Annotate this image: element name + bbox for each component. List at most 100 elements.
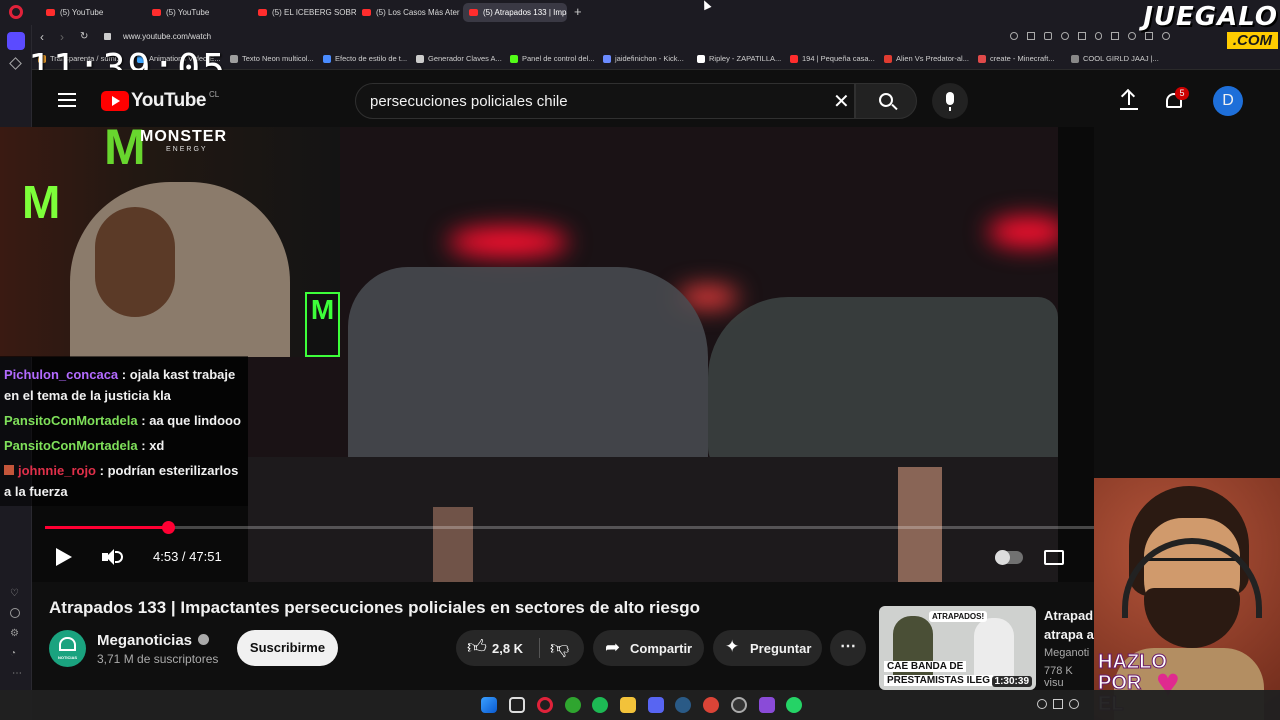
juegalo-logo: JUEGALO .COM: [1118, 2, 1278, 49]
share-button[interactable]: ➦ Compartir: [593, 630, 704, 666]
discord-icon[interactable]: [648, 697, 664, 713]
bookmark-item[interactable]: 194 | Pequeña casa...: [790, 54, 875, 63]
thumbs-up-icon: 👍︎: [467, 637, 487, 658]
bookmark-item[interactable]: Panel de control del...: [510, 54, 595, 63]
file-explorer-icon[interactable]: [620, 697, 636, 713]
volume-icon[interactable]: [102, 548, 124, 566]
monster-claw-icon: M: [22, 176, 61, 228]
thumb-tag: ATRAPADOS!: [929, 611, 988, 622]
streamer-face: [95, 207, 175, 317]
pin-icon[interactable]: [9, 57, 22, 70]
thumb-caption-line2: PRESTAMISTAS ILEG: [884, 675, 993, 686]
tab-label: (5) EL ICEBERG SOBRE CHI: [272, 8, 356, 17]
obs-icon[interactable]: [731, 697, 747, 713]
more-actions-button[interactable]: ⋯: [830, 630, 866, 666]
tab-label: (5) YouTube: [166, 8, 210, 17]
recommended-title-line2: atrapa a: [1044, 627, 1094, 642]
forward-icon[interactable]: ›: [60, 30, 64, 44]
upload-icon[interactable]: [1120, 88, 1138, 110]
browser-tab[interactable]: (5) YouTube: [40, 3, 144, 22]
steam-icon[interactable]: [675, 697, 691, 713]
tab-label: (5) Atrapados 133 | Impa: [483, 8, 567, 17]
subtitles-icon[interactable]: [1044, 550, 1064, 565]
channel-name[interactable]: Meganoticias: [97, 632, 210, 649]
clear-search-icon[interactable]: ✕: [833, 89, 850, 114]
chat-message: PansitoConMortadela : aa que lindooo: [4, 410, 244, 431]
app-icon[interactable]: [759, 697, 775, 713]
url-field[interactable]: www.youtube.com/watch: [123, 32, 211, 41]
juegalo-logo-top: JUEGALO: [1143, 2, 1278, 32]
chat-text: : aa que lindooo: [141, 413, 241, 428]
bookmark-item[interactable]: Texto Neon multicol...: [230, 54, 314, 63]
search-input[interactable]: persecuciones policiales chile ✕: [355, 83, 855, 119]
ask-label: Preguntar: [750, 641, 812, 656]
hamburger-menu-icon[interactable]: [58, 93, 76, 107]
bookmark-item[interactable]: Efecto de estilo de t...: [323, 54, 407, 63]
whatsapp-icon[interactable]: [786, 697, 802, 713]
bulb-icon[interactable]: ◔: [10, 648, 16, 659]
search-query: persecuciones policiales chile: [370, 93, 568, 110]
browser-tab[interactable]: (5) Los Casos Más Aterrad: [356, 3, 460, 22]
play-button[interactable]: [56, 548, 72, 566]
settings-icon[interactable]: ⚙: [10, 628, 19, 639]
recommended-video[interactable]: ATRAPADOS! CAE BANDA DE PRESTAMISTAS ILE…: [879, 606, 1094, 690]
spotify-icon[interactable]: [592, 697, 608, 713]
browser-tab[interactable]: (5) EL ICEBERG SOBRE CHI: [252, 3, 356, 22]
chat-message: Pichulon_concaca : ojala kast trabaje en…: [4, 364, 244, 406]
like-button[interactable]: 👍︎ 2,8 K: [456, 630, 540, 666]
video-title: Atrapados 133 | Impactantes persecucione…: [49, 598, 701, 617]
monster-logo-text: MONSTER: [140, 128, 227, 145]
police-car-shape: [348, 267, 708, 477]
browser-tab[interactable]: (5) YouTube: [146, 3, 250, 22]
home-icon[interactable]: [7, 32, 25, 50]
windows-start-icon[interactable]: [481, 697, 497, 713]
dislike-button[interactable]: 👎︎: [542, 630, 582, 666]
tray-icons[interactable]: [1037, 699, 1093, 711]
youtube-favicon-icon: [46, 9, 55, 16]
new-tab-icon[interactable]: +: [574, 4, 582, 19]
bookmark-item[interactable]: create - Minecraft...: [978, 54, 1055, 63]
browser-tab-active[interactable]: (5) Atrapados 133 | Impa: [463, 3, 567, 22]
reload-icon[interactable]: ↻: [80, 31, 88, 42]
chrome-icon[interactable]: [703, 697, 719, 713]
chat-badge-icon: [4, 465, 14, 475]
notifications-button[interactable]: 5: [1164, 87, 1189, 112]
recommended-views: 778 K visu: [1044, 665, 1073, 689]
heart-icon[interactable]: ♡: [10, 588, 19, 599]
police-car-shape: [708, 297, 1058, 477]
recommended-title-line1: Atrapad: [1044, 608, 1094, 623]
youtube-logo[interactable]: YouTube CL: [101, 90, 219, 112]
bookmark-item[interactable]: COOL GIRLD JAAJ |...: [1071, 54, 1159, 63]
voice-search-button[interactable]: [932, 83, 968, 119]
stream-chat-overlay: Pichulon_concaca : ojala kast trabaje en…: [0, 356, 248, 506]
progress-bar[interactable]: [45, 526, 1095, 529]
task-view-icon[interactable]: [509, 697, 525, 713]
xbox-icon[interactable]: [565, 697, 581, 713]
channel-avatar[interactable]: NOTICIAS: [49, 630, 86, 667]
opera-taskbar-icon[interactable]: [537, 697, 553, 713]
chat-text: : xd: [141, 438, 165, 453]
bookmark-item[interactable]: Generador Claves A...: [416, 54, 502, 63]
opera-logo-icon[interactable]: [9, 5, 23, 19]
more-icon[interactable]: ⋯: [12, 668, 22, 679]
bookmark-item[interactable]: Ripley - ZAPATILLA...: [697, 54, 781, 63]
chat-username: johnnie_rojo: [18, 463, 96, 478]
streamer-avatar-overlay: ♥ HAZLO POR EL: [1094, 478, 1280, 720]
account-avatar[interactable]: D: [1213, 86, 1243, 116]
subscriber-count: 3,71 M de suscriptores: [97, 652, 219, 666]
bollard: [898, 467, 942, 582]
subscribe-button[interactable]: Suscribirme: [237, 630, 338, 666]
bookmark-item[interactable]: Alien Vs Predator-al...: [884, 54, 969, 63]
autoplay-toggle[interactable]: [995, 550, 1023, 565]
channel-badge-text: NOTICIAS: [57, 655, 78, 660]
video-player[interactable]: [248, 127, 1058, 582]
search-button[interactable]: [855, 83, 917, 119]
bookmark-item[interactable]: jaidefinichon - Kick...: [603, 54, 684, 63]
history-icon[interactable]: [10, 608, 20, 618]
youtube-favicon-icon: [258, 9, 267, 16]
thumb-caption-line1: CAE BANDA DE: [884, 661, 967, 672]
sparkle-icon: ✦: [725, 637, 740, 656]
back-icon[interactable]: ‹: [40, 30, 44, 44]
ask-button[interactable]: ✦ Preguntar: [713, 630, 822, 666]
recommended-thumbnail: ATRAPADOS! CAE BANDA DE PRESTAMISTAS ILE…: [879, 606, 1036, 690]
